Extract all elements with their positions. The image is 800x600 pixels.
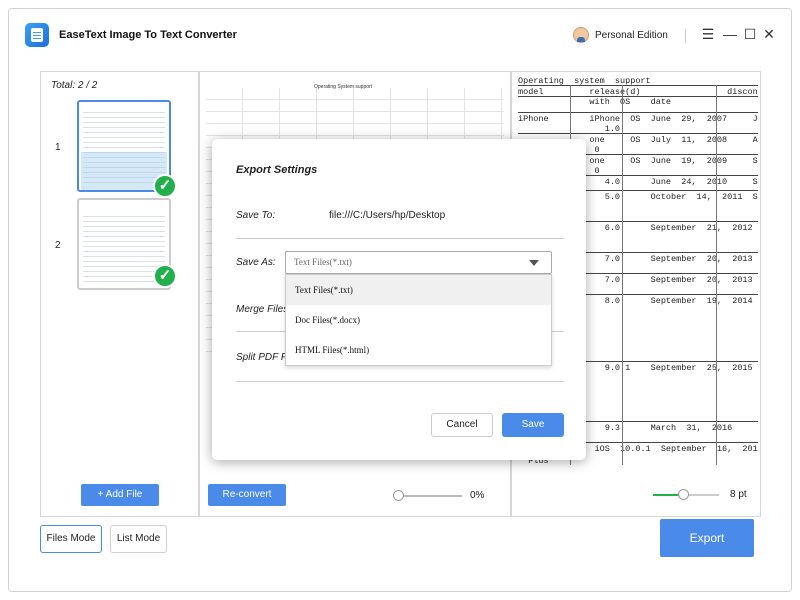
menu-icon[interactable]: ☰ xyxy=(700,26,716,42)
divider xyxy=(236,238,564,239)
check-icon: ✓ xyxy=(153,264,177,288)
chevron-down-icon xyxy=(529,260,539,266)
table-rule xyxy=(518,133,758,134)
export-button[interactable]: Export xyxy=(660,519,754,557)
check-icon: ✓ xyxy=(153,174,177,198)
save-as-value: Text Files(*.txt) xyxy=(294,257,352,267)
list-mode-button[interactable]: List Mode xyxy=(110,525,167,553)
table-rule xyxy=(518,85,758,86)
option-txt[interactable]: Text Files(*.txt) xyxy=(286,275,551,305)
save-as-label: Save As: xyxy=(236,257,276,268)
title-bar: EaseText Image To Text Converter Persona… xyxy=(9,9,793,63)
option-docx[interactable]: Doc Files(*.docx) xyxy=(286,305,551,335)
table-column-rule xyxy=(716,85,717,465)
font-size-value: 8 pt xyxy=(730,489,747,500)
reconvert-button[interactable]: Re-convert xyxy=(208,484,286,506)
files-mode-button[interactable]: Files Mode xyxy=(40,525,102,553)
add-file-button[interactable]: + Add File xyxy=(81,484,159,506)
divider xyxy=(236,381,564,382)
table-rule xyxy=(518,112,758,113)
save-to-path[interactable]: file:///C:/Users/hp/Desktop xyxy=(329,210,445,221)
file-index: 1 xyxy=(55,142,61,153)
save-as-select[interactable]: Text Files(*.txt) xyxy=(285,251,552,274)
font-size-slider-handle[interactable] xyxy=(678,489,689,500)
result-line: iPhone iPhone OS June 29, 2007 June 9, xyxy=(518,114,758,124)
zoom-value: 0% xyxy=(470,490,485,501)
save-to-label: Save To: xyxy=(236,210,276,221)
edition-badge[interactable]: Personal Edition xyxy=(573,27,668,43)
save-button[interactable]: Save xyxy=(502,413,564,437)
dialog-title: Export Settings xyxy=(236,164,318,176)
preview-caption: Operating System support xyxy=(314,84,373,90)
app-title: EaseText Image To Text Converter xyxy=(59,29,237,41)
zoom-slider-track[interactable] xyxy=(400,495,462,497)
table-column-rule xyxy=(622,85,623,465)
option-html[interactable]: HTML Files(*.html) xyxy=(286,335,551,365)
user-avatar-icon xyxy=(573,27,589,43)
minimize-icon[interactable]: — xyxy=(722,26,738,42)
export-settings-dialog: Export Settings Save To: file:///C:/User… xyxy=(212,139,586,460)
save-as-dropdown: Text Files(*.txt) Doc Files(*.docx) HTML… xyxy=(285,274,552,366)
cancel-button[interactable]: Cancel xyxy=(431,413,493,437)
edition-label: Personal Edition xyxy=(595,29,668,41)
result-line: with OS date xyxy=(518,97,672,107)
zoom-slider-handle[interactable] xyxy=(393,490,404,501)
files-panel: Total: 2 / 2 1 ✓ 2 ✓ + Add File xyxy=(40,71,199,517)
close-icon[interactable]: ✕ xyxy=(761,26,777,42)
split-pdf-label: Split PDF Fi xyxy=(236,352,290,363)
merge-files-label: Merge Files xyxy=(236,304,289,315)
table-rule xyxy=(518,96,758,97)
file-index: 2 xyxy=(55,240,61,251)
font-size-slider-fill xyxy=(653,494,681,496)
maximize-icon[interactable]: ☐ xyxy=(742,26,758,42)
app-logo-icon xyxy=(25,23,49,47)
files-total: Total: 2 / 2 xyxy=(51,80,98,91)
titlebar-divider xyxy=(685,29,686,43)
